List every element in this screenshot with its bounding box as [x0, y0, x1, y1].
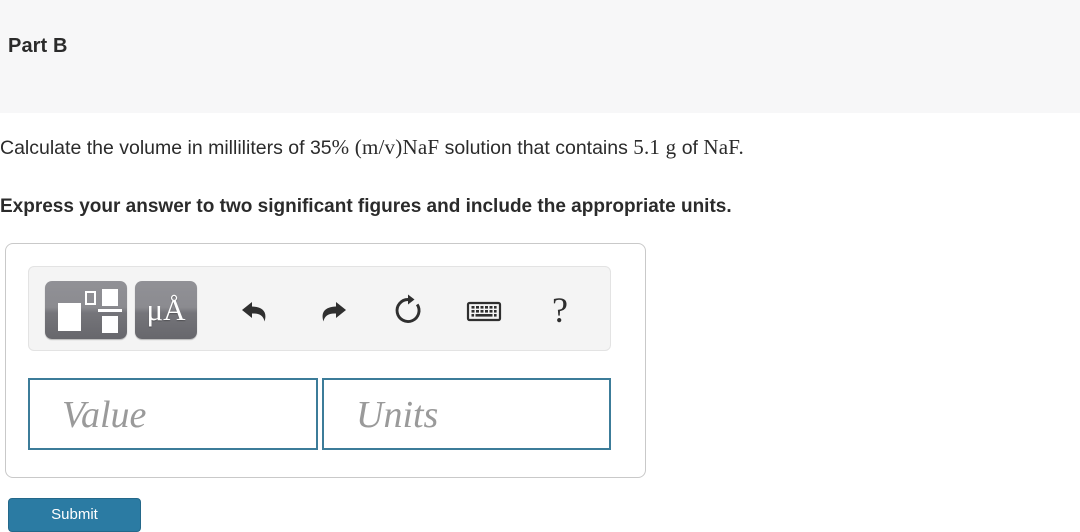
math-template-button[interactable] [45, 281, 127, 339]
page-title: Part B [8, 35, 68, 57]
units-input[interactable]: Units [322, 378, 611, 450]
undo-button[interactable] [227, 281, 285, 339]
question-text-period: . [738, 135, 744, 159]
value-input-placeholder: Value [62, 394, 147, 436]
math-template-icon [45, 281, 127, 339]
question-math-quantity: 35 [309, 137, 332, 159]
template-superscript-box [85, 291, 96, 305]
answer-box: μÅ ? Value Units [5, 243, 646, 478]
part-header: Part B [0, 0, 1080, 113]
units-button[interactable]: μÅ [135, 281, 197, 339]
equation-editor-toolbar: μÅ ? [28, 266, 611, 351]
micro-angstrom-icon: μÅ [146, 292, 186, 327]
question-statement: Calculate the volume in milliliters of 3… [0, 134, 1080, 161]
question-text-segment-3: of [676, 137, 704, 159]
question-math-compound-2: NaF [703, 135, 739, 159]
help-icon[interactable]: ? [531, 281, 589, 339]
keyboard-icon[interactable] [455, 281, 513, 339]
question-math-compound-1: NaF [402, 135, 440, 159]
question-math-mass: 5.1 g [633, 135, 677, 159]
template-denominator-box [102, 316, 118, 333]
help-question-mark: ? [552, 290, 568, 330]
template-base-box [58, 303, 81, 331]
redo-button[interactable] [303, 281, 361, 339]
question-math-percent: % (m/v) [331, 135, 403, 159]
question-text-segment-1: Calculate the volume in milliliters of [0, 137, 310, 159]
answer-instruction: Express your answer to two significant f… [0, 196, 732, 217]
reset-button[interactable] [379, 281, 437, 339]
value-input[interactable]: Value [28, 378, 318, 450]
template-fraction-bar [98, 309, 122, 312]
question-text-segment-2: solution that contains [439, 137, 634, 159]
units-input-placeholder: Units [356, 394, 439, 436]
template-numerator-box [102, 289, 118, 306]
submit-button[interactable]: Submit [8, 498, 141, 532]
